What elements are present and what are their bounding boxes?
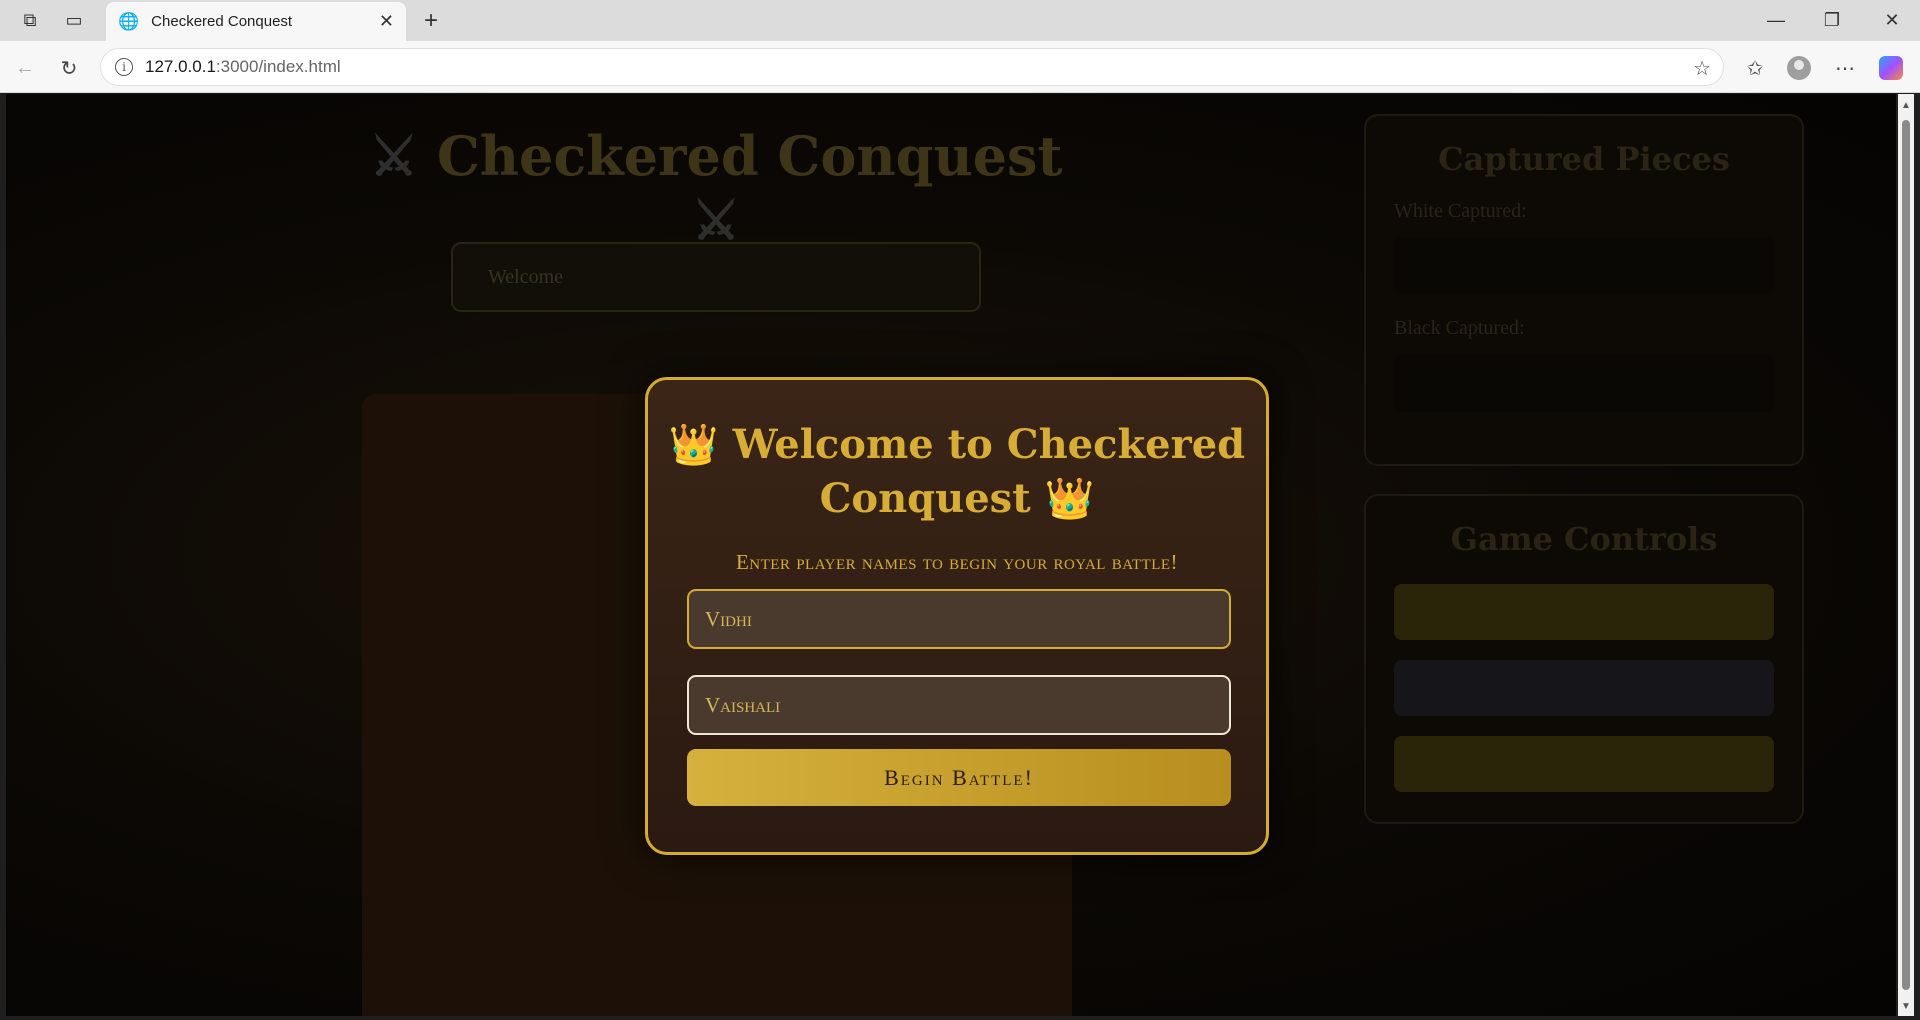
page-title: ⚔ Checkered Conquest ⚔ [336, 124, 1096, 252]
white-captured-area [1394, 237, 1774, 295]
crossed-swords-icon: ⚔ [369, 124, 418, 188]
new-tab-button[interactable]: + [414, 4, 448, 38]
address-bar-row: ← ↻ i 127.0.0.1:3000/index.html ☆ ✩ ⋯ [0, 41, 1920, 93]
game-controls-title: Game Controls [1450, 520, 1718, 558]
site-info-icon[interactable]: i [115, 58, 133, 76]
player2-name-input[interactable] [687, 675, 1231, 735]
control-button-2 [1394, 660, 1774, 716]
back-button[interactable]: ← [8, 51, 42, 85]
profile-button[interactable] [1782, 51, 1816, 85]
minimize-button[interactable]: — [1748, 0, 1804, 41]
control-button-3 [1394, 736, 1774, 792]
black-captured-label: Black Captured: [1394, 317, 1525, 339]
globe-icon: 🌐 [118, 11, 140, 31]
control-button-1 [1394, 584, 1774, 640]
close-tab-icon[interactable]: ✕ [379, 11, 394, 32]
avatar [1787, 56, 1811, 80]
crown-icon: 👑 [1044, 475, 1095, 522]
status-text: Welcome [488, 266, 564, 288]
scroll-down-icon[interactable]: ▼ [1901, 1001, 1911, 1012]
page-title-text: Checkered Conquest [436, 124, 1063, 188]
favorite-star-icon[interactable]: ☆ [1693, 56, 1711, 81]
close-window-button[interactable]: ✕ [1864, 0, 1920, 41]
modal-subtitle: Enter player names to begin your royal b… [735, 550, 1179, 574]
page-viewport: ⚔ Checkered Conquest ⚔ Welcome Captured … [6, 94, 1896, 1016]
scrollbar-thumb[interactable] [1902, 120, 1910, 990]
begin-battle-button[interactable]: Begin Battle! [687, 749, 1231, 806]
black-captured-area [1394, 354, 1774, 412]
scroll-up-icon[interactable]: ▲ [1901, 100, 1911, 111]
player1-name-input[interactable] [687, 589, 1231, 649]
tab-strip: ⧉ ▭ 🌐 Checkered Conquest ✕ + — ❐ ✕ [0, 0, 1920, 41]
white-captured-label: White Captured: [1394, 200, 1527, 222]
tab-title: Checkered Conquest [151, 13, 293, 30]
status-box: Welcome [451, 242, 981, 312]
copilot-button[interactable] [1874, 51, 1908, 85]
vertical-tabs-icon[interactable]: ▭ [54, 0, 94, 40]
game-controls-panel: Game Controls [1364, 494, 1804, 824]
restore-button[interactable]: ❐ [1804, 0, 1860, 41]
modal-title: 👑 Welcome to Checkered Conquest 👑 [648, 418, 1266, 526]
copilot-icon [1879, 56, 1903, 80]
page-scrollbar[interactable]: ▲ ▼ [1898, 94, 1914, 1016]
captured-pieces-panel: Captured Pieces White Captured: Black Ca… [1364, 114, 1804, 466]
url-field[interactable]: i 127.0.0.1:3000/index.html ☆ [100, 48, 1724, 86]
welcome-modal: 👑 Welcome to Checkered Conquest 👑 Enter … [645, 377, 1269, 855]
more-options-icon[interactable]: ⋯ [1828, 51, 1862, 85]
captured-pieces-title: Captured Pieces [1438, 140, 1730, 178]
tab-checkered-conquest[interactable]: 🌐 Checkered Conquest ✕ [106, 2, 406, 41]
url-path: :3000/index.html [215, 57, 341, 76]
modal-title-text: Welcome to Checkered Conquest [732, 421, 1246, 522]
url-host: 127.0.0.1 [145, 57, 216, 76]
crown-icon: 👑 [668, 421, 719, 468]
favorites-icon[interactable]: ✩ [1738, 51, 1772, 85]
refresh-button[interactable]: ↻ [52, 51, 86, 85]
workspaces-icon[interactable]: ⧉ [10, 0, 50, 40]
